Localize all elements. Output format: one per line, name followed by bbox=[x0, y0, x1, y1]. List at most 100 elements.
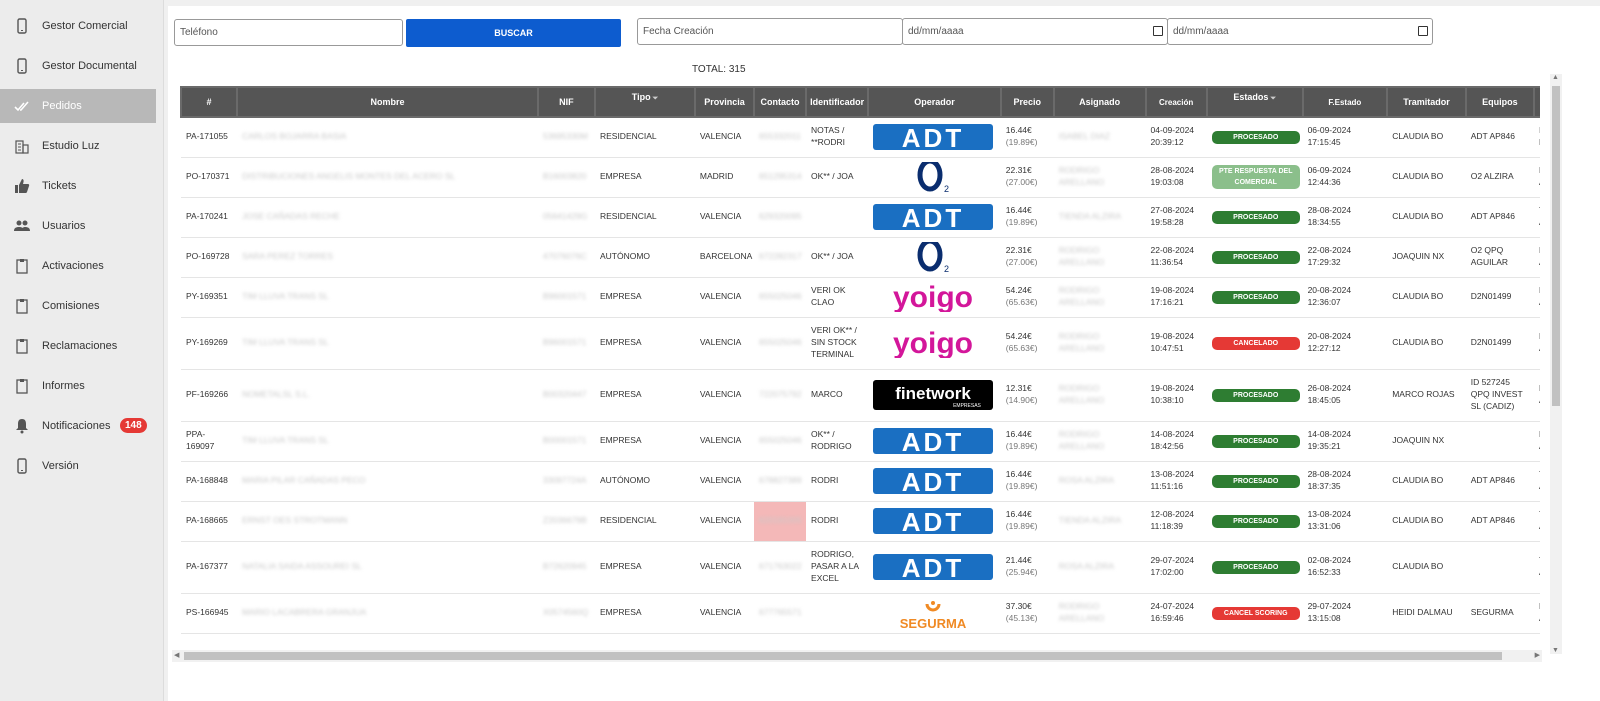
table-row[interactable]: PY-169269 TIM LLUVA TRANS SL B96001571 EMPR… bbox=[181, 317, 1540, 370]
vertical-scroll-thumb[interactable] bbox=[1552, 86, 1560, 406]
status-badge[interactable]: PROCESADO bbox=[1211, 560, 1300, 574]
table-row[interactable]: PA-170241 JOSE CAÑADAS RECHE 05641429G RESI… bbox=[181, 197, 1540, 238]
date-from-input[interactable]: dd/mm/aaaa bbox=[902, 18, 1168, 45]
status-badge[interactable]: PROCESADO bbox=[1211, 250, 1300, 264]
table-row[interactable]: PA-167377 NATALIA SAIDA ASSOUREI SL B72620… bbox=[181, 541, 1540, 594]
calendar-icon[interactable] bbox=[1153, 26, 1163, 36]
table-row[interactable]: PS-166945 MARIO LACABRERA GRANJUA X0574560… bbox=[181, 593, 1540, 634]
table-row[interactable]: PA-168665 ERNST OES STROTMANN Z2036679B RES… bbox=[181, 501, 1540, 542]
column-header-tramitador[interactable]: Tramitador bbox=[1386, 86, 1467, 118]
table-row[interactable]: PPA-169097 TIM LLUVA TRANS SL B00001571 EMP… bbox=[181, 421, 1540, 462]
cell-tramitador-text: CLAUDIA BO bbox=[1392, 131, 1444, 142]
status-badge[interactable]: CANCELADO bbox=[1211, 336, 1300, 350]
svg-text:2: 2 bbox=[944, 184, 949, 192]
status-badge[interactable]: PROCESADO bbox=[1211, 434, 1300, 448]
cell-festado-text: 02-08-2024 bbox=[1307, 555, 1352, 566]
column-header-contacto[interactable]: Contacto bbox=[753, 86, 808, 118]
sidebar-item-gestor-documental[interactable]: Gestor Documental bbox=[0, 46, 163, 86]
scroll-right-icon[interactable]: ▶ bbox=[1535, 651, 1540, 659]
cell-tramitador: CLAUDIA BO bbox=[1387, 541, 1466, 594]
table-row[interactable]: PY-169351 TIM LLUVA TRANS SL B96001571 EMPR… bbox=[181, 277, 1540, 318]
cell-nombre: TIM LLUVA TRANS SL bbox=[237, 277, 538, 318]
cell-tramitador-text: CLAUDIA BO bbox=[1392, 171, 1444, 182]
cell-provincia: VALENCIA bbox=[694, 317, 755, 370]
cell-estado: PROCESADO bbox=[1206, 277, 1303, 318]
cell-provincia: VALENCIA bbox=[694, 369, 755, 422]
cell-nombre: TIM LLUVA TRANS SL bbox=[237, 317, 538, 370]
column-header-id[interactable]: # bbox=[180, 86, 239, 118]
cell-creacion-hora: 20:39:12 bbox=[1150, 137, 1184, 148]
cell-nombre-text: TIM LLUVA TRANS SL bbox=[242, 435, 329, 446]
cell-asignado-text: RODRIGO ARELLANO bbox=[1058, 601, 1105, 623]
scroll-down-icon[interactable]: ▼ bbox=[1552, 647, 1559, 654]
cell-provincia-text: BARCELONA bbox=[699, 251, 753, 262]
cell-contacto-text: 671763022 bbox=[759, 561, 802, 572]
vertical-scrollbar[interactable]: ▲ ▼ bbox=[1550, 74, 1562, 654]
horizontal-scrollbar[interactable]: ◀ ▶ bbox=[172, 650, 1542, 662]
sidebar-item-tickets[interactable]: Tickets bbox=[0, 166, 163, 206]
sidebar-item-usuarios[interactable]: Usuarios bbox=[0, 206, 163, 246]
svg-text:ADT: ADT bbox=[902, 467, 964, 496]
sidebar-item-gestor-comercial[interactable]: Gestor Comercial bbox=[0, 6, 163, 46]
cell-nif-text: B96001571 bbox=[542, 337, 587, 348]
sort-caret-icon[interactable]: ⏷ bbox=[1268, 95, 1276, 102]
cell-contacto-text: 672282317 bbox=[759, 251, 802, 262]
cell-equipos-text: O2 QPQ AGUILAR bbox=[1470, 245, 1509, 267]
cell-creacion-hora: 17:16:21 bbox=[1150, 297, 1184, 307]
column-header-f-estado[interactable]: F.Estado bbox=[1301, 86, 1389, 118]
column-header-equipos[interactable]: Equipos bbox=[1464, 86, 1536, 118]
cell-precio-iva: (19.89€) bbox=[1005, 441, 1038, 451]
column-header-precio[interactable]: Precio bbox=[999, 86, 1055, 118]
sidebar-item-reclamaciones[interactable]: Reclamaciones bbox=[0, 326, 163, 366]
cell-nif-text: X0574560Q bbox=[542, 607, 589, 618]
column-header-nif[interactable]: NIF bbox=[536, 86, 596, 118]
table-row[interactable]: PF-169266 NOMETALSL S.L. B00320447 EMPRESA V… bbox=[181, 369, 1540, 422]
column-header-nombre[interactable]: Nombre bbox=[236, 86, 539, 118]
cell-asignado: RODRIGO ARELLANO bbox=[1053, 317, 1146, 370]
status-badge[interactable]: CANCEL SCORING bbox=[1211, 606, 1300, 620]
scroll-up-icon[interactable]: ▲ bbox=[1552, 74, 1559, 81]
sort-caret-icon[interactable]: ⏷ bbox=[651, 95, 659, 102]
cell-festado-hora: 12:44:36 bbox=[1307, 177, 1341, 187]
table-row[interactable]: PO-169728 SARA PEREZ TORRES 47076076C AUTÓN… bbox=[181, 237, 1540, 278]
date-field-select[interactable]: Fecha Creación bbox=[637, 18, 903, 45]
sidebar-item-versi-n[interactable]: Versión bbox=[0, 446, 163, 486]
calendar-icon[interactable] bbox=[1418, 26, 1428, 36]
status-badge[interactable]: PROCESADO bbox=[1211, 514, 1300, 528]
cell-sg-text: TIENDA ALZIRA bbox=[1539, 205, 1540, 227]
column-header-tipo[interactable]: Tipo ⏷ bbox=[593, 86, 696, 118]
status-badge[interactable]: PTE RESPUESTA DEL COMERCIAL bbox=[1211, 165, 1300, 189]
sidebar-item-comisiones[interactable]: Comisiones bbox=[0, 286, 163, 326]
status-badge[interactable]: PROCESADO bbox=[1211, 210, 1300, 224]
sidebar-item-pedidos[interactable]: Pedidos bbox=[0, 89, 156, 123]
sidebar-item-informes[interactable]: Informes bbox=[0, 366, 163, 406]
sidebar-item-label: Pedidos bbox=[42, 100, 82, 112]
cell-festado: 02-08-2024 16:52:33 bbox=[1302, 541, 1388, 594]
cell-estado: PTE RESPUESTA DEL COMERCIAL bbox=[1206, 157, 1303, 198]
status-badge[interactable]: PROCESADO bbox=[1211, 290, 1300, 304]
column-header-asignado[interactable]: Asignado bbox=[1052, 86, 1147, 118]
sidebar-item-estudio-luz[interactable]: Estudio Luz bbox=[0, 126, 163, 166]
column-header-identificador[interactable]: Identificador bbox=[805, 86, 870, 118]
status-badge[interactable]: PROCESADO bbox=[1211, 474, 1300, 488]
column-header-sg[interactable]: SG bbox=[1533, 86, 1540, 118]
cell-id: PA-171055 bbox=[181, 117, 238, 158]
orders-table-container: # Nombre NIF Tipo ⏷ Provincia Contacto Identif… bbox=[180, 86, 1540, 646]
sidebar-item-activaciones[interactable]: Activaciones bbox=[0, 246, 163, 286]
cell-creacion: 04-09-2024 20:39:12 bbox=[1145, 117, 1207, 158]
column-header-estados[interactable]: Estados ⏷ bbox=[1205, 86, 1304, 118]
status-badge[interactable]: PROCESADO bbox=[1211, 388, 1300, 402]
search-button[interactable]: BUSCAR bbox=[406, 19, 621, 47]
table-row[interactable]: PA-171055 CARLOS BOJARRA BASIA 53695330M RE… bbox=[181, 117, 1540, 158]
column-header-operador[interactable]: Operador bbox=[867, 86, 1002, 118]
scroll-left-icon[interactable]: ◀ bbox=[174, 651, 179, 659]
sidebar-item-notificaciones[interactable]: Notificaciones 148 bbox=[0, 406, 163, 446]
phone-search-input[interactable]: Teléfono bbox=[174, 19, 403, 46]
status-badge[interactable]: PROCESADO bbox=[1211, 130, 1300, 144]
date-to-input[interactable]: dd/mm/aaaa bbox=[1167, 18, 1433, 45]
table-row[interactable]: PA-168848 MARIA PILAR CAÑADAS PECO 3309772… bbox=[181, 461, 1540, 502]
column-header-provincia[interactable]: Provincia bbox=[693, 86, 756, 118]
table-row[interactable]: PO-170371 DISTRIBUCIONES ANGELIS MONTES D… bbox=[181, 157, 1540, 198]
column-header-creaci-n[interactable]: Creación bbox=[1144, 86, 1208, 118]
horizontal-scroll-thumb[interactable] bbox=[184, 652, 1502, 660]
